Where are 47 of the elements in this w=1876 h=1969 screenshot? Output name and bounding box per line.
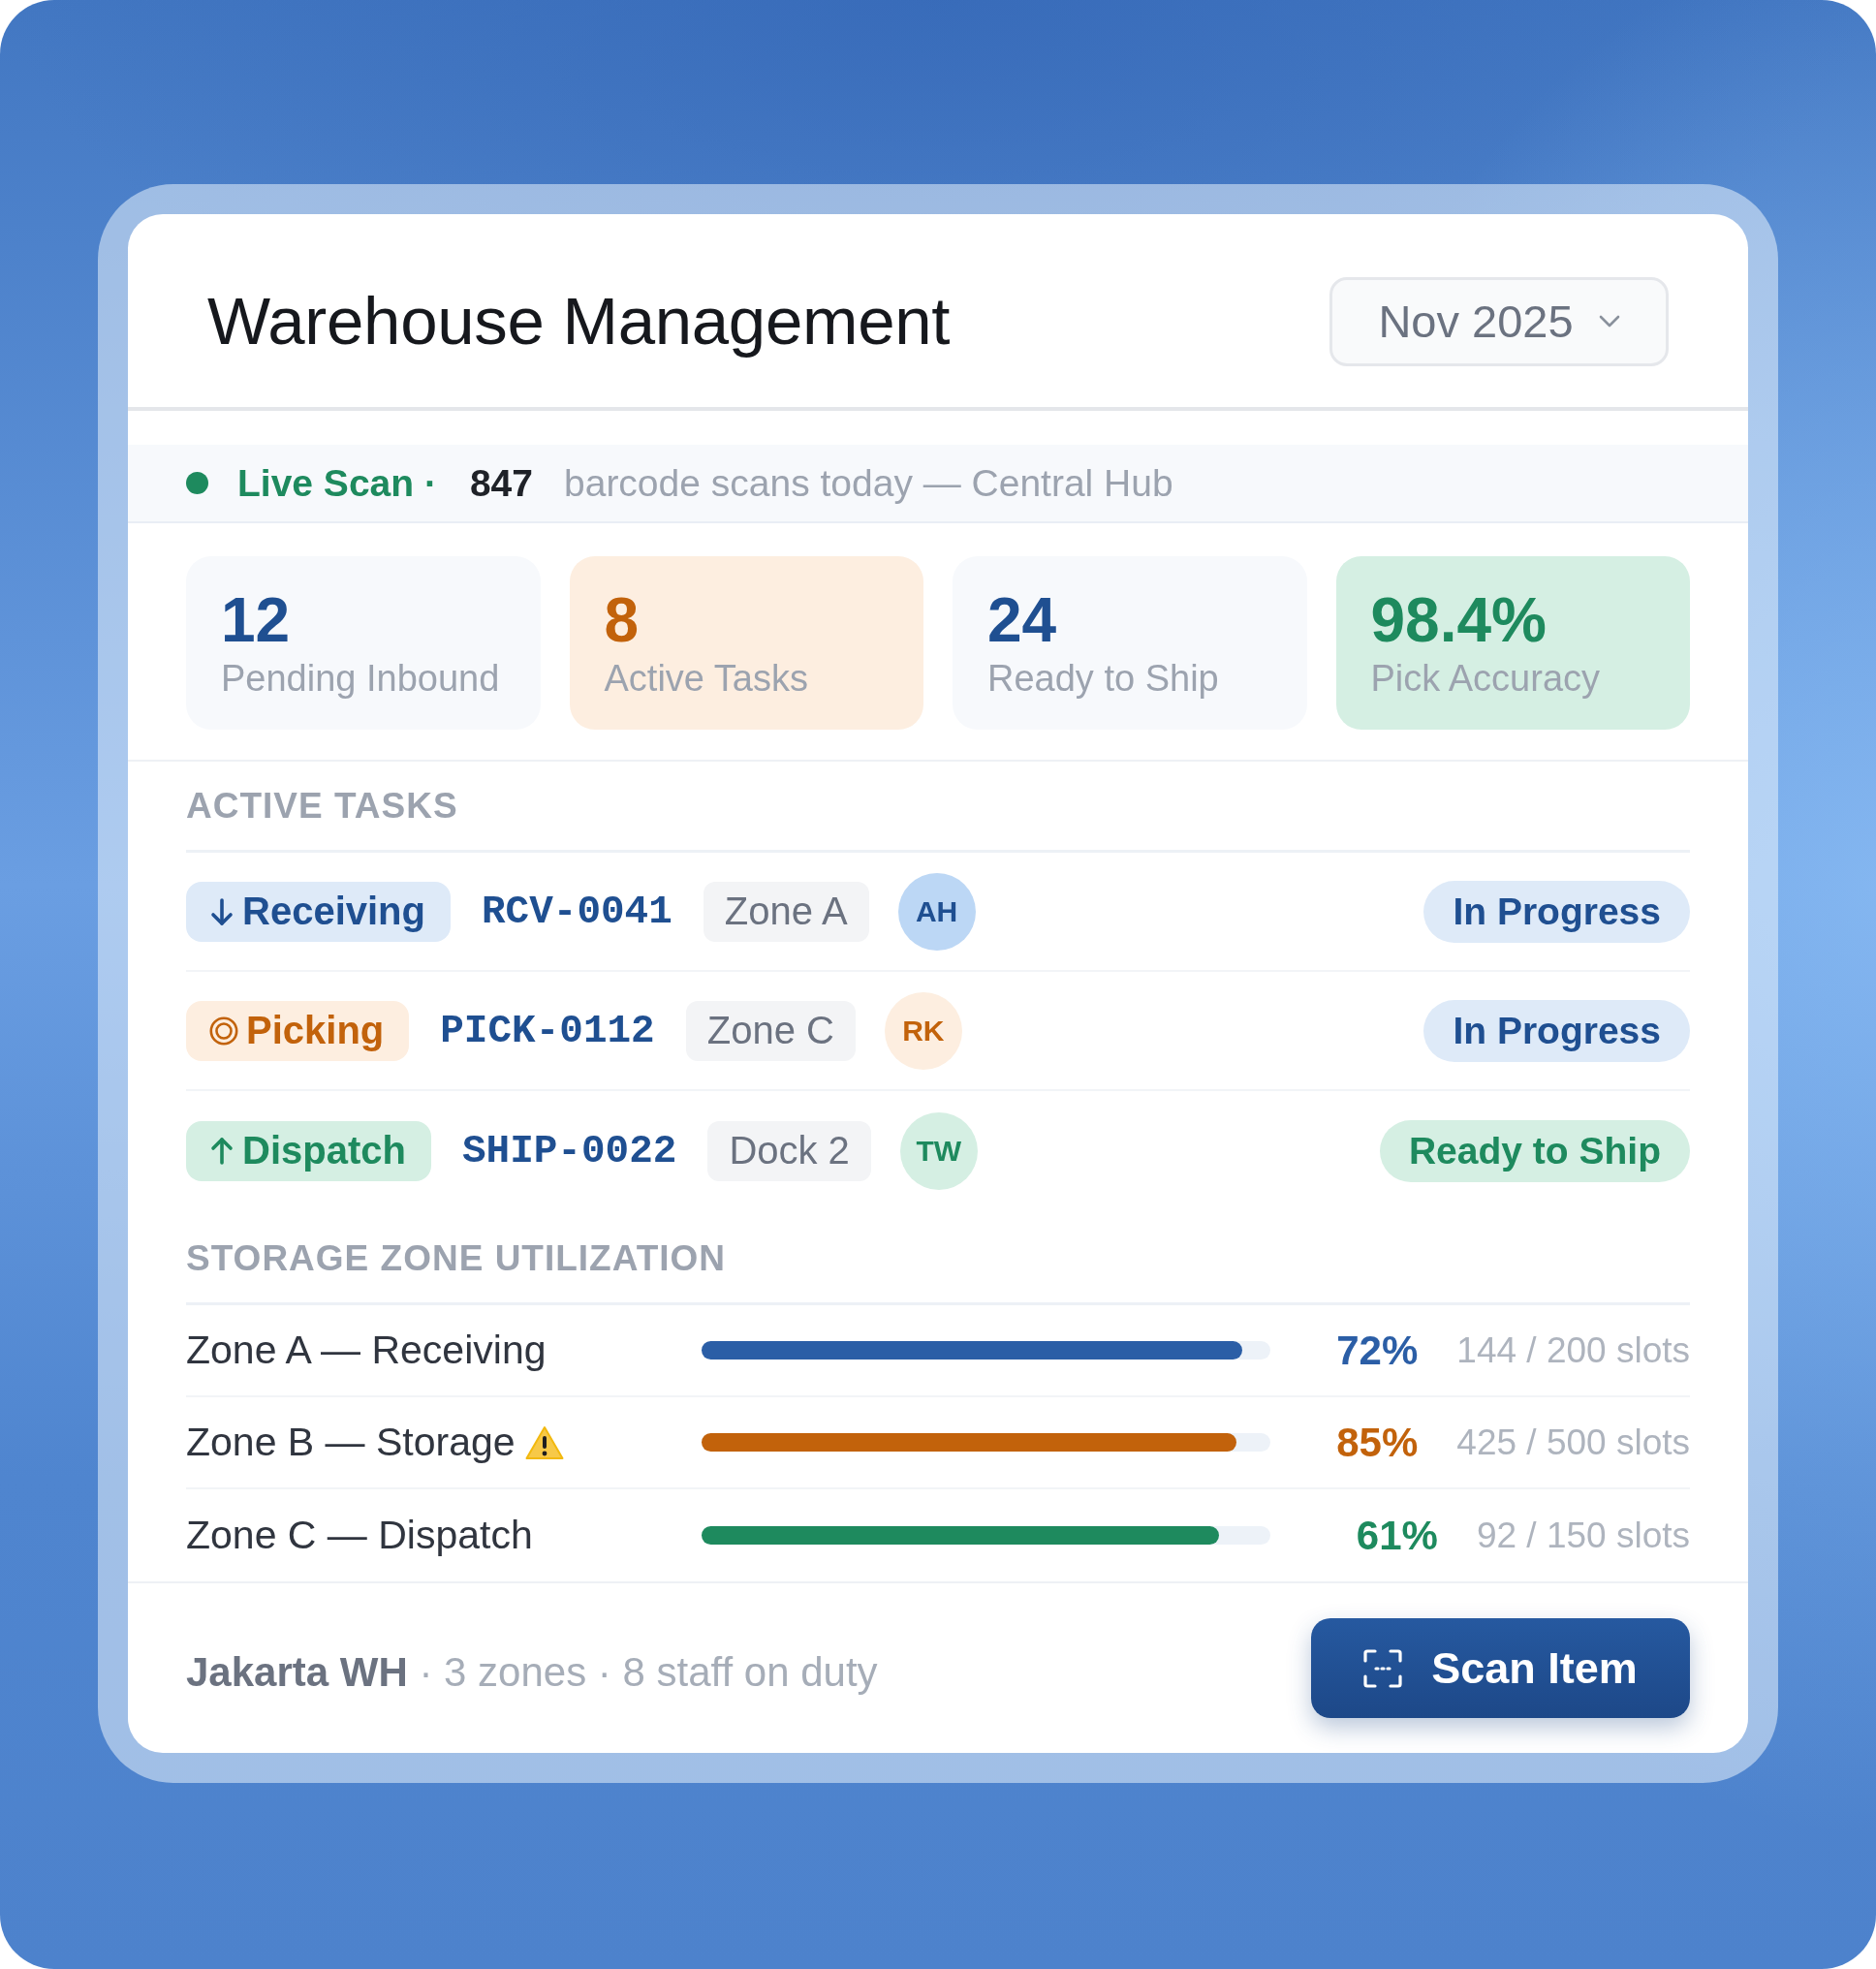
stat-value: 24: [987, 585, 1058, 655]
stat-label: Pick Accuracy: [1370, 658, 1602, 701]
up-arrow-icon: [209, 1136, 234, 1166]
zone-name: Zone B — Storage: [186, 1420, 516, 1465]
stat-label: Pending Inbound: [221, 658, 501, 701]
live-scan-label: Live Scan ·: [237, 461, 437, 505]
location-tag: Dock 2: [707, 1120, 871, 1181]
period-dropdown[interactable]: Nov 2025: [1329, 276, 1669, 366]
zone-slots: 425 / 500 slots: [1456, 1422, 1690, 1463]
assignee-avatar: AH: [897, 872, 976, 951]
category-label: Receiving: [242, 890, 425, 933]
scan-count: 847: [469, 461, 533, 505]
category-label: Picking: [246, 1009, 385, 1052]
assignee-avatar: TW: [899, 1111, 978, 1190]
zone-percent: 61%: [1355, 1512, 1438, 1559]
scan-frame-icon: [1363, 1648, 1403, 1688]
stat-value: 12: [221, 585, 292, 655]
status-tag: In Progress: [1423, 999, 1690, 1062]
zone-percent: 85%: [1335, 1419, 1419, 1466]
task-code: SHIP-0022: [461, 1128, 677, 1173]
down-arrow-icon: [209, 896, 234, 926]
stat-value: 8: [604, 585, 641, 655]
section-heading: STORAGE ZONE UTILIZATION: [186, 1237, 727, 1279]
zone-slots: 144 / 200 slots: [1456, 1329, 1690, 1371]
assignee-avatar: RK: [884, 991, 962, 1070]
location-tag: Zone C: [685, 1000, 856, 1061]
task-code: RCV-0041: [481, 889, 672, 934]
stat-label: Active Tasks: [604, 658, 809, 701]
task-code: PICK-0112: [440, 1008, 655, 1053]
category-label: Dispatch: [242, 1129, 406, 1172]
section-heading: ACTIVE TASKS: [186, 785, 458, 827]
stat-value: 98.4%: [1370, 585, 1548, 655]
zone-name: Zone A — Receiving: [186, 1328, 547, 1373]
stat-label: Ready to Ship: [987, 658, 1220, 701]
scan-item-button[interactable]: Scan Item: [1311, 1618, 1690, 1718]
live-dot-icon: [186, 472, 208, 494]
scan-description: barcode scans today — Central Hub: [564, 461, 1173, 505]
zone-name: Zone C — Dispatch: [186, 1513, 533, 1558]
status-tag: Ready to Ship: [1379, 1119, 1690, 1182]
chevron-down-icon: [1598, 315, 1620, 328]
footer-summary: Jakarta WH · 3 zones · 8 staff on duty: [186, 1647, 878, 1696]
location-tag: Zone A: [703, 881, 869, 942]
page-title: Warehouse Management: [207, 283, 951, 359]
status-tag: In Progress: [1423, 880, 1690, 943]
concentric-circles-icon: [209, 1016, 238, 1046]
zone-percent: 72%: [1335, 1327, 1419, 1374]
zone-slots: 92 / 150 slots: [1476, 1515, 1690, 1556]
